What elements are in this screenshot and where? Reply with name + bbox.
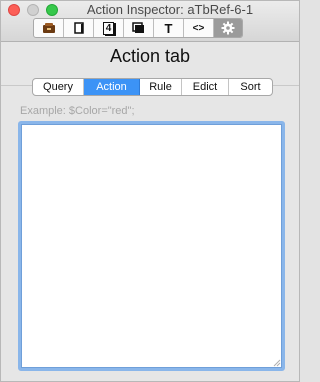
window-title: Action Inspector: aTbRef-6-1	[86, 2, 254, 17]
subtab-action[interactable]: Action	[84, 79, 140, 95]
code-tab-button[interactable]: <>	[184, 19, 214, 37]
minimize-button[interactable]	[27, 4, 39, 16]
subtab-rule[interactable]: Rule	[140, 79, 182, 95]
drawer-icon	[42, 23, 55, 33]
gear-icon	[221, 21, 235, 35]
action-tab-button[interactable]	[214, 19, 242, 37]
example-hint: Example: $Color="red";	[20, 105, 135, 117]
editor-text-area[interactable]	[21, 124, 282, 368]
subtab-edict[interactable]: Edict	[182, 79, 229, 95]
code-brackets-icon: <>	[192, 22, 205, 34]
appearance-tab-button[interactable]	[64, 19, 94, 37]
stack-tab-button[interactable]	[124, 19, 154, 37]
panel-header: Action tab	[1, 42, 299, 82]
text-tab-button[interactable]: T	[154, 19, 184, 37]
stack-icon	[132, 22, 144, 33]
subtab-sort[interactable]: Sort	[229, 79, 272, 95]
text-t-icon: T	[164, 20, 173, 36]
inspector-window: Action Inspector: aTbRef-6-1 4 T <> Acti…	[0, 0, 300, 382]
action-code-editor[interactable]	[18, 121, 285, 371]
page-icon	[73, 22, 84, 34]
title-bar[interactable]: Action Inspector: aTbRef-6-1 4 T <>	[1, 1, 299, 42]
subtab-query[interactable]: Query	[33, 79, 84, 95]
number-tab-button[interactable]: 4	[94, 19, 124, 37]
inspector-toolbar: 4 T <>	[33, 18, 243, 38]
panel-heading: Action tab	[109, 46, 191, 66]
zoom-button[interactable]	[46, 4, 58, 16]
properties-tab-button[interactable]	[34, 19, 64, 37]
resize-grip-icon[interactable]	[271, 357, 281, 367]
subtab-bar: Query Action Rule Edict Sort	[32, 78, 273, 96]
number-4-icon: 4	[102, 21, 115, 35]
close-button[interactable]	[8, 4, 20, 16]
